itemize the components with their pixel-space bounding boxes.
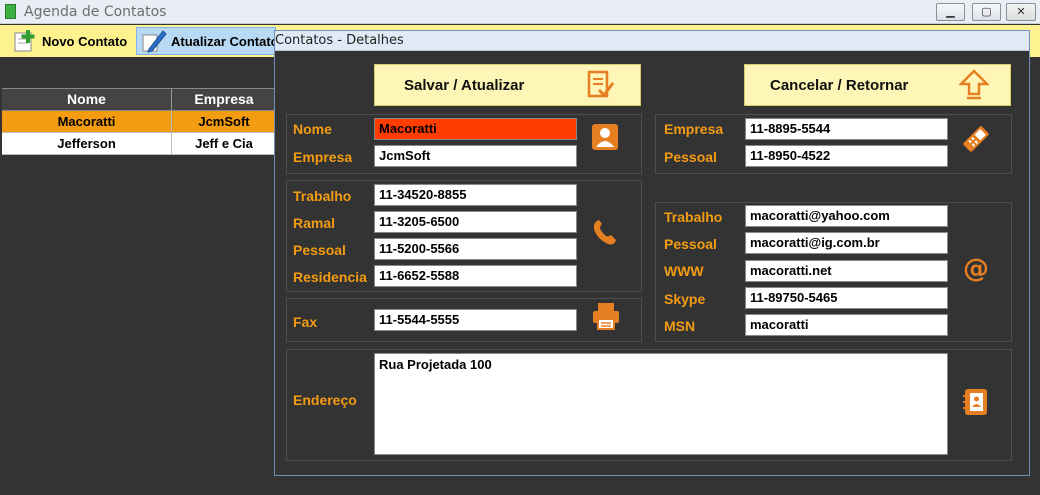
minimize-icon: ▁ xyxy=(946,6,955,18)
ramal-label: Ramal xyxy=(293,215,336,231)
endereco-field[interactable]: Rua Projetada 100 xyxy=(374,353,948,455)
maximize-icon: ▢ xyxy=(981,6,992,18)
minimize-button[interactable]: ▁ xyxy=(936,3,965,21)
mobile-phone-icon xyxy=(961,124,991,159)
grid-header: Nome Empresa xyxy=(2,88,277,111)
window-title: Agenda de Contatos xyxy=(24,4,167,20)
skype-field[interactable]: 11-89750-5465 xyxy=(745,287,948,309)
edit-pen-icon xyxy=(141,29,167,53)
app-icon xyxy=(5,4,16,19)
maximize-button[interactable]: ▢ xyxy=(972,3,1001,21)
email-trabalho-label: Trabalho xyxy=(664,209,723,225)
residencia-label: Residencia xyxy=(293,269,367,285)
endereco-label: Endereço xyxy=(293,392,357,408)
mobile-empresa-field[interactable]: 11-8895-5544 xyxy=(745,118,948,140)
email-pessoal-label: Pessoal xyxy=(664,236,717,252)
phone-icon xyxy=(591,217,619,252)
pessoal-phone-label: Pessoal xyxy=(293,242,346,258)
close-icon: ✕ xyxy=(1016,6,1026,18)
cancel-return-label: Cancelar / Retornar xyxy=(770,76,909,94)
up-arrow-icon xyxy=(957,69,991,101)
address-book-icon xyxy=(961,387,991,422)
contact-details-dialog: Contatos - Detalhes Salvar / Atualizar C… xyxy=(274,30,1030,476)
update-contact-button[interactable]: Atualizar Contato xyxy=(136,27,276,55)
document-check-icon xyxy=(585,69,615,101)
cell-nome: Macoratti xyxy=(2,111,172,132)
contacts-grid: Nome Empresa Macoratti JcmSoft Jefferson… xyxy=(2,88,277,155)
new-contact-button[interactable]: Novo Contato xyxy=(8,27,131,55)
printer-icon xyxy=(591,301,621,336)
email-pessoal-field[interactable]: macoratti@ig.com.br xyxy=(745,232,948,254)
svg-text:@: @ xyxy=(963,254,989,283)
column-header-nome[interactable]: Nome xyxy=(2,89,172,110)
nome-label: Nome xyxy=(293,121,332,137)
mobile-empresa-label: Empresa xyxy=(664,121,724,137)
cell-nome: Jefferson xyxy=(2,133,172,154)
at-sign-icon: @ xyxy=(961,253,991,288)
www-label: WWW xyxy=(664,263,704,279)
cell-empresa: JcmSoft xyxy=(172,111,277,132)
mobile-pessoal-field[interactable]: 11-8950-4522 xyxy=(745,145,948,167)
close-button[interactable]: ✕ xyxy=(1006,3,1036,21)
ramal-field[interactable]: 11-3205-6500 xyxy=(374,211,577,233)
column-header-empresa[interactable]: Empresa xyxy=(172,89,277,110)
mobile-pessoal-label: Pessoal xyxy=(664,149,717,165)
msn-field[interactable]: macoratti xyxy=(745,314,948,336)
dialog-titlebar: Contatos - Detalhes xyxy=(275,31,1029,51)
empresa-field[interactable]: JcmSoft xyxy=(374,145,577,167)
cell-empresa: Jeff e Cia xyxy=(172,133,277,154)
trabalho-phone-field[interactable]: 11-34520-8855 xyxy=(374,184,577,206)
dialog-title: Contatos - Detalhes xyxy=(275,33,404,48)
fax-label: Fax xyxy=(293,314,318,330)
cancel-return-button[interactable]: Cancelar / Retornar xyxy=(744,64,1011,106)
table-row[interactable]: Macoratti JcmSoft xyxy=(2,111,277,133)
empresa-label: Empresa xyxy=(293,149,353,165)
window-titlebar: Agenda de Contatos ▁ ▢ ✕ xyxy=(0,0,1040,24)
save-update-label: Salvar / Atualizar xyxy=(404,76,525,94)
table-row[interactable]: Jefferson Jeff e Cia xyxy=(2,133,277,155)
www-field[interactable]: macoratti.net xyxy=(745,260,948,282)
email-trabalho-field[interactable]: macoratti@yahoo.com xyxy=(745,205,948,227)
new-contact-label: Novo Contato xyxy=(42,33,128,49)
nome-field[interactable]: Macoratti xyxy=(374,118,577,140)
app-window: Agenda de Contatos ▁ ▢ ✕ Novo Contato At… xyxy=(0,0,1040,495)
pessoal-phone-field[interactable]: 11-5200-5566 xyxy=(374,238,577,260)
trabalho-phone-label: Trabalho xyxy=(293,188,352,204)
residencia-field[interactable]: 11-6652-5588 xyxy=(374,265,577,287)
contact-card-icon xyxy=(591,123,619,156)
msn-label: MSN xyxy=(664,318,696,334)
fax-field[interactable]: 11-5544-5555 xyxy=(374,309,577,331)
skype-label: Skype xyxy=(664,291,706,307)
add-contact-icon xyxy=(12,29,38,53)
save-update-button[interactable]: Salvar / Atualizar xyxy=(374,64,641,106)
update-contact-label: Atualizar Contato xyxy=(171,33,276,49)
